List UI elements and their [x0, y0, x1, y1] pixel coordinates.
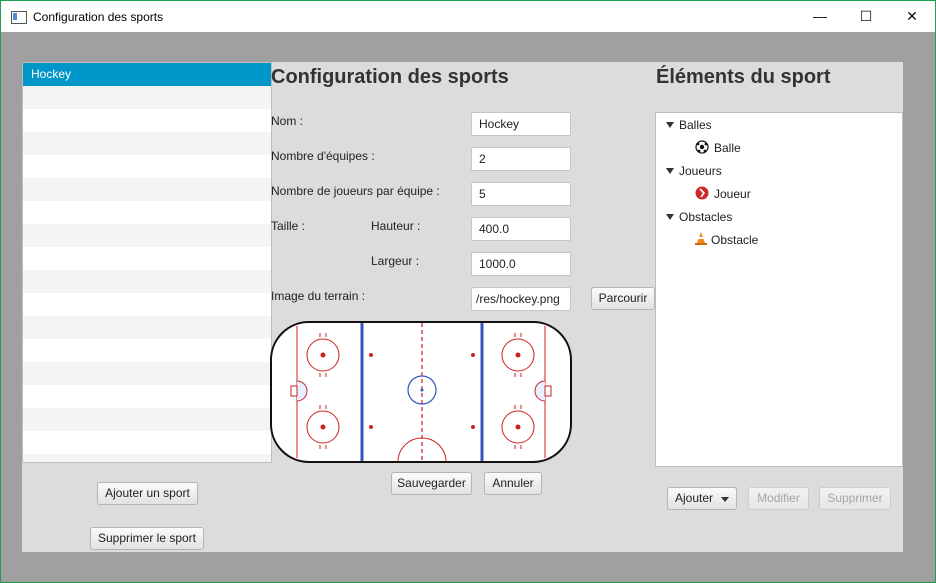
title-bar[interactable]: Configuration des sports — ☐ ✕	[1, 1, 935, 32]
width-input[interactable]	[471, 252, 571, 276]
image-path-input[interactable]	[471, 287, 571, 311]
teams-label: Nombre d'équipes :	[271, 149, 375, 163]
tree-group-obstacles[interactable]: Obstacles	[679, 210, 732, 224]
cone-icon	[695, 232, 707, 245]
close-button[interactable]: ✕	[889, 1, 935, 32]
empty-list-row	[23, 155, 271, 178]
empty-list-row	[23, 86, 271, 109]
expand-arrow-icon[interactable]	[666, 122, 674, 128]
tree-item-balle[interactable]: Balle	[714, 141, 741, 155]
browse-button[interactable]: Parcourir	[591, 287, 655, 310]
empty-list-row	[23, 132, 271, 155]
expand-arrow-icon[interactable]	[666, 214, 674, 220]
empty-list-row	[23, 431, 271, 454]
expand-arrow-icon[interactable]	[666, 168, 674, 174]
name-label: Nom :	[271, 114, 304, 128]
empty-list-row	[23, 408, 271, 431]
empty-list-row	[23, 362, 271, 385]
center-dot	[420, 388, 424, 392]
empty-list-row	[23, 293, 271, 316]
image-label: Image du terrain :	[271, 289, 366, 303]
maximize-button[interactable]: ☐	[843, 1, 889, 32]
empty-list-row	[23, 454, 271, 462]
tree-group-balles[interactable]: Balles	[679, 118, 712, 132]
empty-list-row	[23, 270, 271, 293]
sport-list-item-hockey[interactable]: Hockey	[23, 63, 271, 86]
config-heading: Configuration des sports	[271, 66, 509, 88]
empty-list-row	[23, 201, 271, 224]
elements-tree[interactable]: Balles Balle Joueurs Joueur Obstacles Ob…	[655, 112, 903, 467]
modify-element-button[interactable]: Modifier	[748, 487, 809, 510]
chevron-down-icon	[721, 497, 729, 502]
delete-element-button[interactable]: Supprimer	[819, 487, 891, 510]
add-sport-button[interactable]: Ajouter un sport	[97, 482, 198, 505]
app-icon	[11, 11, 27, 24]
tree-group-joueurs[interactable]: Joueurs	[679, 164, 722, 178]
rink-image	[270, 321, 572, 463]
save-button[interactable]: Sauvegarder	[391, 472, 472, 495]
height-input[interactable]	[471, 217, 571, 241]
players-input[interactable]	[471, 182, 571, 206]
minimize-button[interactable]: —	[797, 1, 843, 32]
empty-list-row	[23, 247, 271, 270]
empty-list-row	[23, 178, 271, 201]
elements-heading: Éléments du sport	[656, 66, 831, 88]
cancel-button[interactable]: Annuler	[484, 472, 542, 495]
tree-item-joueur[interactable]: Joueur	[714, 187, 751, 201]
delete-sport-button[interactable]: Supprimer le sport	[90, 527, 204, 550]
empty-list-row	[23, 385, 271, 408]
size-label: Taille :	[271, 219, 306, 233]
height-label: Hauteur :	[371, 219, 421, 233]
window-title: Configuration des sports	[33, 10, 164, 24]
empty-list-row	[23, 339, 271, 362]
sport-list[interactable]: Hockey	[22, 62, 272, 463]
teams-input[interactable]	[471, 147, 571, 171]
add-element-label: Ajouter	[675, 491, 714, 505]
name-input[interactable]	[471, 112, 571, 136]
empty-list-row	[23, 109, 271, 132]
tree-item-obstacle[interactable]: Obstacle	[711, 233, 758, 247]
width-label: Largeur :	[371, 254, 420, 268]
add-element-dropdown[interactable]: Ajouter	[667, 487, 737, 510]
ball-icon	[695, 140, 709, 154]
players-label: Nombre de joueurs par équipe :	[271, 184, 440, 198]
player-icon	[695, 186, 709, 200]
empty-list-row	[23, 316, 271, 339]
empty-list-row	[23, 224, 271, 247]
